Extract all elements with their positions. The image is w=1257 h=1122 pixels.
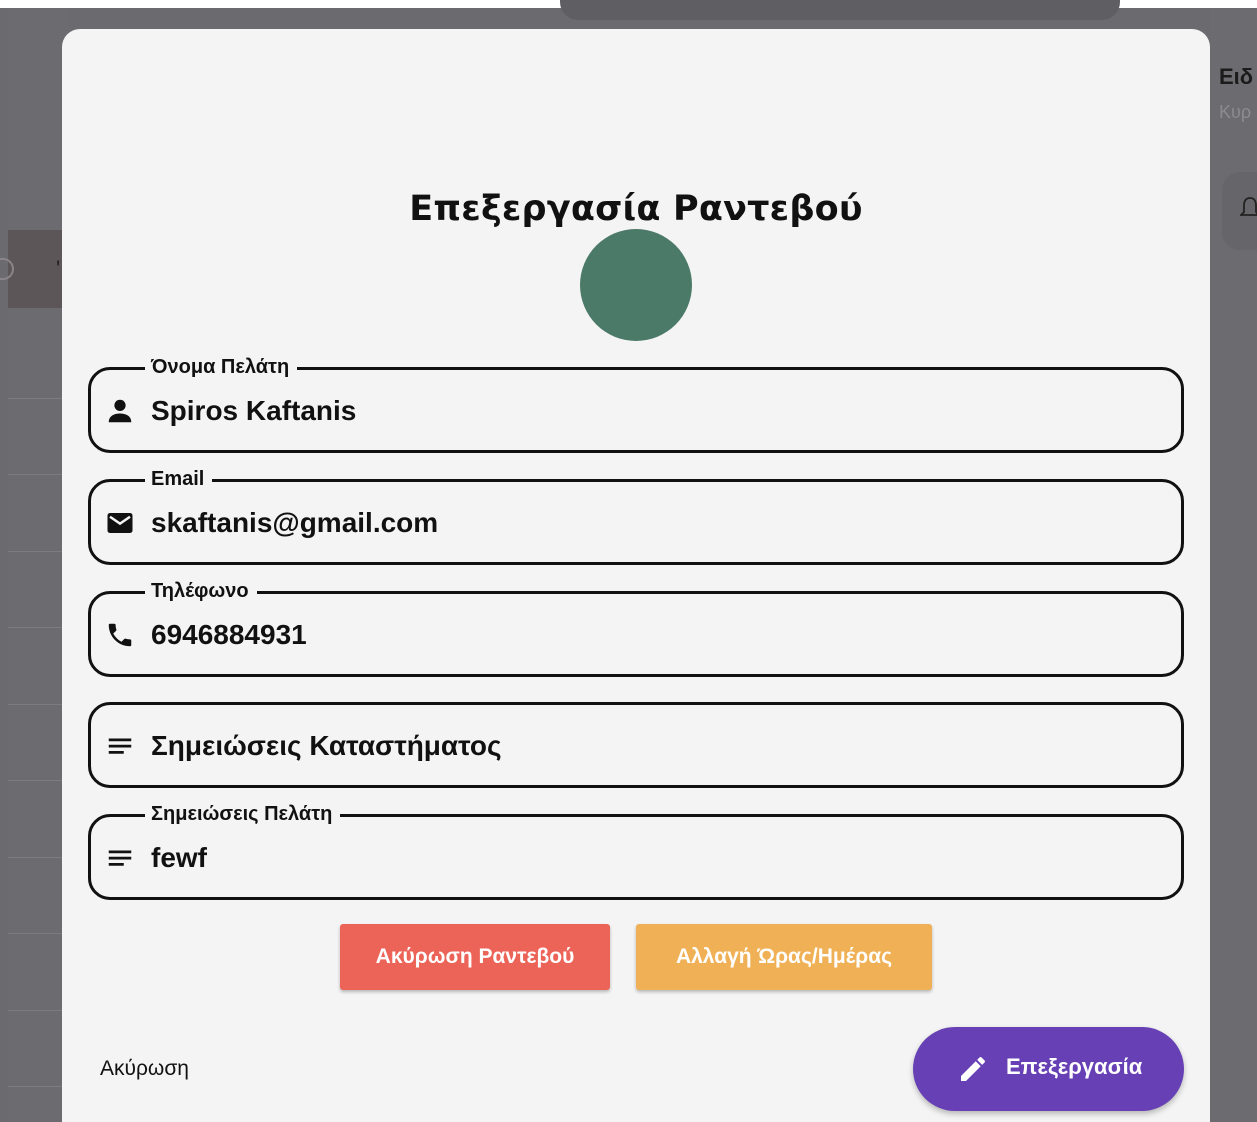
customer-name-value: Spiros Kaftanis xyxy=(151,395,357,426)
email-value: skaftanis@gmail.com xyxy=(151,507,439,538)
background-row-divider xyxy=(8,551,68,552)
edit-button[interactable]: Επεξεργασία xyxy=(913,1027,1184,1111)
notes-icon xyxy=(108,850,132,866)
dialog-title: Επεξεργασία Ραντεβού xyxy=(409,189,863,229)
background-header-text: ' xyxy=(56,256,61,281)
edit-button-label: Επεξεργασία xyxy=(1006,1054,1143,1079)
background-row-divider xyxy=(8,1086,68,1087)
phone-icon xyxy=(108,623,132,647)
background-notifications-title: Ειδ xyxy=(1219,64,1254,89)
phone-field[interactable]: Τηλέφωνο 6946884931 xyxy=(88,579,1184,677)
notes-icon xyxy=(108,738,132,754)
background-search-bar xyxy=(560,0,1120,20)
phone-label: Τηλέφωνο xyxy=(145,579,257,603)
background-row-divider xyxy=(8,1010,68,1011)
background-table-header: ' xyxy=(0,230,68,308)
person-icon xyxy=(108,399,132,423)
customer-notes-label: Σημειώσεις Πελάτη xyxy=(145,802,341,826)
customer-notes-value: fewf xyxy=(151,842,207,873)
cancel-appointment-button[interactable]: Ακύρωση Ραντεβού xyxy=(340,924,610,990)
mail-icon xyxy=(107,513,133,533)
background-row-divider xyxy=(8,398,68,399)
phone-value: 6946884931 xyxy=(151,619,307,650)
background-row-divider xyxy=(8,704,68,705)
background-row-divider xyxy=(8,780,68,781)
avatar xyxy=(580,229,692,341)
customer-name-field[interactable]: Όνομα Πελάτη Spiros Kaftanis xyxy=(88,355,1184,453)
background-notifications-subtitle: Κυρ xyxy=(1219,102,1252,122)
change-time-button[interactable]: Αλλαγή Ώρας/Ημέρας xyxy=(636,924,932,990)
edit-appointment-dialog: Επεξεργασία Ραντεβού Όνομα Πελάτη Spiros… xyxy=(62,29,1210,1122)
background-left-column xyxy=(8,8,68,1122)
bell-icon xyxy=(1240,197,1257,216)
customer-name-label: Όνομα Πελάτη xyxy=(145,355,298,379)
cancel-button[interactable]: Ακύρωση xyxy=(100,1057,189,1081)
store-notes-placeholder: Σημειώσεις Καταστήματος xyxy=(151,730,502,761)
pencil-icon xyxy=(961,1057,985,1081)
background-row-divider xyxy=(8,474,68,475)
background-radio-icon xyxy=(0,258,14,280)
customer-notes-field[interactable]: Σημειώσεις Πελάτη fewf xyxy=(88,802,1184,900)
background-row-divider xyxy=(8,627,68,628)
email-field[interactable]: Email skaftanis@gmail.com xyxy=(88,467,1184,565)
background-row-divider xyxy=(8,857,68,858)
background-row-divider xyxy=(8,933,68,934)
email-label: Email xyxy=(145,467,213,491)
store-notes-field[interactable]: Σημειώσεις Καταστήματος xyxy=(88,702,1184,788)
